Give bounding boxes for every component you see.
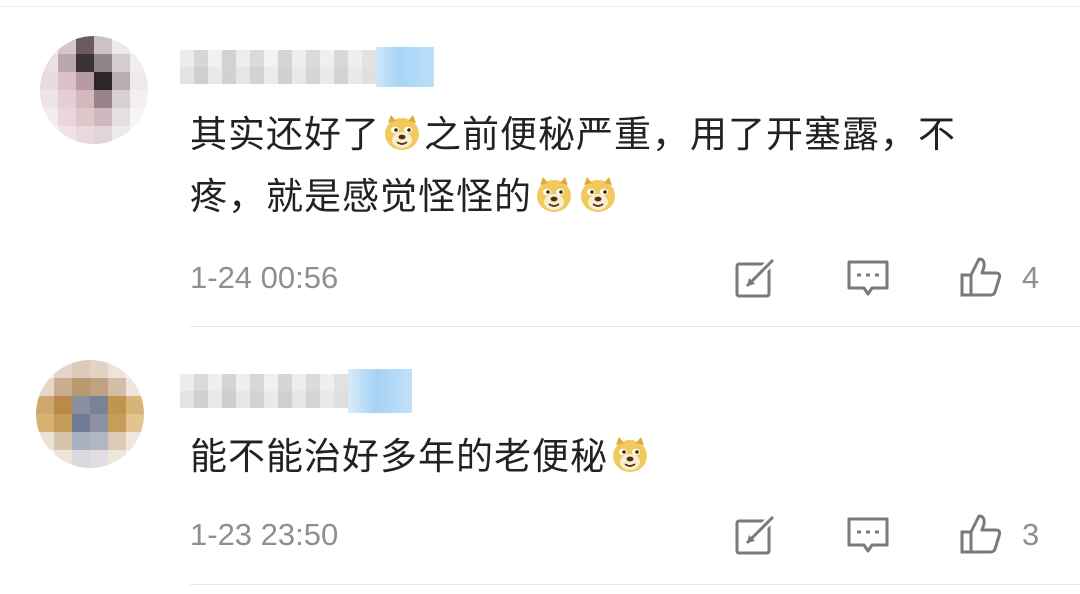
like-count: 3 <box>1022 517 1040 552</box>
comment-text: 能不能治好多年的老便秘 <box>190 426 990 488</box>
share-icon[interactable] <box>733 256 777 300</box>
doge-emoji <box>580 176 616 213</box>
comment-text-part: 其实还好了 <box>190 113 380 156</box>
comment-divider <box>190 326 1080 327</box>
like-count: 4 <box>1022 260 1040 295</box>
user-badge <box>376 47 434 87</box>
doge-emoji <box>612 436 648 473</box>
thumbs-up-icon[interactable] <box>959 512 1003 556</box>
comment-text: 其实还好了 之前便秘严重，用了开塞露，不疼，就是感觉怪怪的 <box>190 104 990 228</box>
top-divider <box>0 6 1080 7</box>
avatar[interactable] <box>36 360 144 468</box>
comment-timestamp: 1-24 00:56 <box>190 260 339 295</box>
thumbs-up-icon[interactable] <box>959 255 1003 299</box>
comment-text-part: 能不能治好多年的老便秘 <box>190 435 608 478</box>
user-badge <box>348 369 412 413</box>
comment-timestamp: 1-23 23:50 <box>190 517 339 552</box>
username-blurred[interactable] <box>180 46 434 88</box>
share-icon[interactable] <box>733 513 777 557</box>
comment-icon[interactable] <box>846 256 890 300</box>
doge-emoji <box>384 114 420 151</box>
username-blurred[interactable] <box>180 369 412 413</box>
comment-icon[interactable] <box>846 513 890 557</box>
doge-emoji <box>536 176 572 213</box>
comment-divider <box>190 584 1080 585</box>
avatar[interactable] <box>40 36 148 144</box>
